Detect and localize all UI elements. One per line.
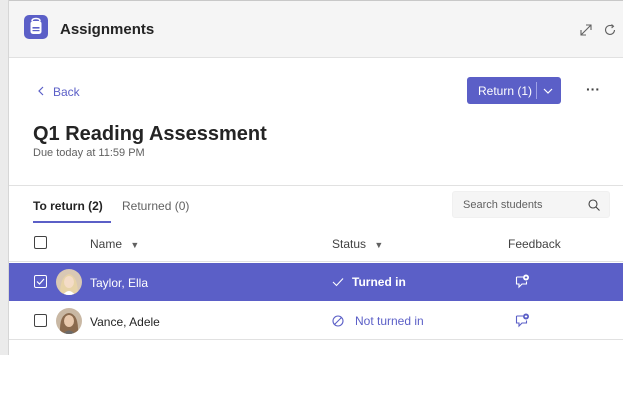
name-column-label: Name bbox=[90, 237, 123, 251]
search-icon[interactable] bbox=[587, 198, 601, 212]
app-title: Assignments bbox=[60, 21, 155, 38]
table-header: Name ▼ Status ▼ Feedback bbox=[9, 223, 623, 262]
return-button-label: Return (1) bbox=[478, 84, 533, 98]
feedback-icon[interactable] bbox=[514, 273, 530, 289]
student-name[interactable]: Taylor, Ella bbox=[90, 276, 148, 290]
due-date-text: Due today at 11:59 PM bbox=[33, 147, 145, 159]
feedback-column-header: Feedback bbox=[508, 237, 561, 251]
feedback-icon[interactable] bbox=[514, 312, 530, 328]
table-row[interactable]: Taylor, Ella Turned in bbox=[9, 263, 623, 301]
chevron-down-icon[interactable] bbox=[541, 85, 555, 97]
name-column-header[interactable]: Name ▼ bbox=[90, 237, 139, 251]
page-title: Q1 Reading Assessment bbox=[33, 123, 267, 145]
row-checkbox[interactable] bbox=[34, 314, 47, 327]
student-name[interactable]: Vance, Adele bbox=[90, 315, 160, 329]
table-row[interactable]: Vance, Adele Not turned in bbox=[9, 302, 623, 340]
sort-caret-icon: ▼ bbox=[130, 240, 140, 250]
assignments-backpack-icon bbox=[24, 15, 48, 39]
refresh-icon[interactable] bbox=[601, 21, 619, 39]
back-link[interactable]: Back bbox=[37, 85, 80, 99]
search-placeholder: Search students bbox=[463, 199, 543, 211]
status-column-header[interactable]: Status ▼ bbox=[332, 237, 383, 251]
return-button[interactable]: Return (1) bbox=[467, 77, 561, 104]
avatar bbox=[56, 308, 82, 334]
chevron-left-icon bbox=[37, 85, 45, 99]
back-label: Back bbox=[53, 85, 80, 99]
status-turned-in: Turned in bbox=[332, 275, 406, 289]
status-text: Not turned in bbox=[355, 314, 424, 328]
avatar bbox=[56, 269, 82, 295]
status-text: Turned in bbox=[352, 275, 406, 289]
checkmark-icon bbox=[36, 278, 45, 285]
section-divider bbox=[9, 185, 623, 186]
return-button-divider bbox=[536, 82, 537, 99]
app-titlebar: Assignments bbox=[9, 1, 623, 58]
main-content: Back Return (1) ··· Q1 Reading Assessmen… bbox=[9, 58, 623, 402]
status-not-turned-in: Not turned in bbox=[332, 314, 424, 328]
search-input[interactable]: Search students bbox=[452, 191, 610, 218]
more-options-button[interactable]: ··· bbox=[586, 81, 604, 97]
sort-caret-icon: ▼ bbox=[374, 240, 384, 250]
status-column-label: Status bbox=[332, 237, 367, 251]
tab-returned[interactable]: Returned (0) bbox=[122, 199, 189, 213]
prohibited-icon bbox=[332, 315, 344, 327]
check-icon bbox=[332, 278, 344, 287]
left-rail bbox=[0, 0, 9, 355]
tab-to-return[interactable]: To return (2) bbox=[33, 199, 103, 213]
select-all-checkbox[interactable] bbox=[34, 236, 47, 249]
row-checkbox-checked[interactable] bbox=[34, 275, 47, 288]
expand-icon[interactable] bbox=[577, 21, 595, 39]
